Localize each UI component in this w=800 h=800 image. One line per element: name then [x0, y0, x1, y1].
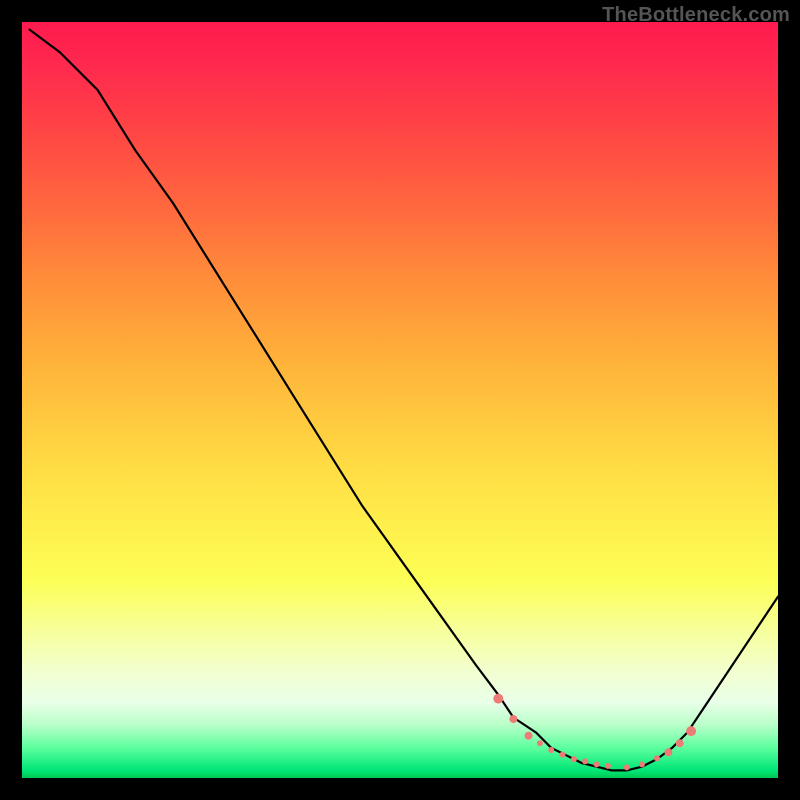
chart-frame: TheBottleneck.com — [0, 0, 800, 800]
marker-dot — [560, 752, 566, 758]
chart-svg — [22, 22, 778, 778]
marker-dot — [654, 755, 660, 761]
marker-dot — [676, 739, 684, 747]
marker-dot — [493, 694, 503, 704]
watermark-text: TheBottleneck.com — [602, 4, 790, 27]
marker-dot — [548, 747, 554, 753]
marker-dot — [624, 764, 630, 770]
marker-dot — [639, 761, 645, 767]
marker-dot — [664, 748, 672, 756]
marker-dot — [537, 740, 543, 746]
marker-dot — [571, 756, 577, 762]
marker-group — [493, 694, 696, 771]
marker-dot — [594, 761, 600, 767]
marker-dot — [509, 715, 517, 723]
chart-plot-area — [22, 22, 778, 778]
marker-dot — [605, 763, 611, 769]
curve-path — [30, 30, 778, 771]
marker-dot — [686, 726, 696, 736]
marker-dot — [582, 758, 588, 764]
marker-dot — [525, 732, 533, 740]
